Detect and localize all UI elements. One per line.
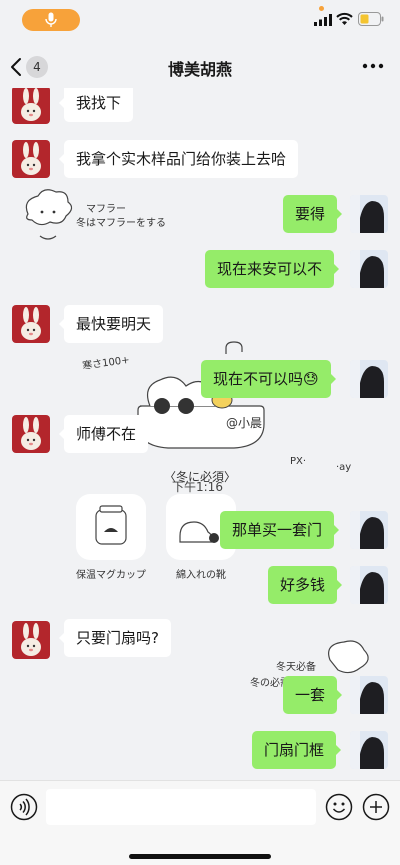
girl-avatar-icon	[350, 731, 388, 769]
girl-avatar-icon	[350, 250, 388, 288]
received-message[interactable]: 只要门扇吗?	[59, 619, 171, 657]
signal-icon	[314, 14, 332, 26]
chat-message-list[interactable]: マフラー 冬はマフラーをする 寒さ100+ @小晨 〈冬に必須〉 PX· ·ay…	[0, 88, 400, 780]
voice-icon[interactable]	[10, 793, 38, 821]
user-avatar[interactable]	[350, 360, 388, 398]
user-avatar[interactable]	[350, 250, 388, 288]
sent-message[interactable]: 现在不可以吗😓	[201, 360, 336, 398]
received-message[interactable]: 最快要明天	[58, 305, 164, 343]
sent-message[interactable]: 门扇门框	[252, 731, 342, 769]
wallpaper-label: マフラー	[86, 204, 126, 215]
girl-avatar-icon	[350, 566, 388, 604]
user-avatar[interactable]	[350, 511, 388, 549]
bunny-avatar-icon	[12, 140, 50, 178]
message-input[interactable]	[46, 789, 316, 825]
bunny-avatar-icon	[12, 88, 50, 124]
sent-message[interactable]: 要得	[283, 195, 343, 233]
girl-avatar-icon	[350, 360, 388, 398]
girl-avatar-icon	[350, 511, 388, 549]
unread-badge: 4	[26, 56, 48, 78]
wallpaper-label: 保温マグカップ	[76, 570, 146, 581]
emoji-icon[interactable]	[325, 793, 353, 821]
received-message[interactable]: 师傅不在	[58, 415, 149, 453]
user-avatar[interactable]	[350, 731, 388, 769]
wallpaper-label: PX·	[290, 456, 307, 467]
contact-avatar[interactable]	[12, 305, 50, 343]
wallpaper-label: 冬はマフラーをする	[76, 218, 166, 229]
wallpaper-label: 綿入れの靴	[176, 570, 226, 581]
microphone-indicator[interactable]	[22, 9, 80, 31]
received-message[interactable]: 我拿个实木样品门给你装上去哈	[58, 140, 299, 178]
privacy-dot-icon	[319, 6, 324, 11]
plus-icon[interactable]	[362, 793, 390, 821]
chat-header: 4 博美胡燕	[0, 44, 400, 88]
back-button[interactable]: 4	[10, 54, 60, 80]
user-avatar[interactable]	[350, 676, 388, 714]
girl-avatar-icon	[350, 676, 388, 714]
user-avatar[interactable]	[350, 566, 388, 604]
bunny-avatar-icon	[12, 621, 50, 659]
chat-title: 博美胡燕	[167, 60, 232, 79]
more-icon[interactable]	[360, 60, 386, 72]
battery-icon	[358, 12, 384, 26]
wallpaper-label: @小晨	[226, 416, 263, 430]
user-avatar[interactable]	[350, 195, 388, 233]
message-input-bar	[0, 780, 400, 865]
bunny-avatar-icon	[12, 415, 50, 453]
home-indicator[interactable]	[129, 854, 271, 859]
sent-message[interactable]: 那单买一套门	[220, 511, 340, 549]
message-timestamp: 下午1:16	[172, 480, 223, 494]
sent-message[interactable]: 一套	[283, 676, 343, 714]
contact-avatar[interactable]	[12, 88, 50, 124]
wallpaper-label: ·ay	[336, 462, 352, 473]
girl-avatar-icon	[350, 195, 388, 233]
microphone-icon	[45, 12, 57, 27]
bunny-avatar-icon	[12, 305, 50, 343]
sent-message[interactable]: 现在来安可以不	[205, 250, 340, 288]
sent-message[interactable]: 好多钱	[268, 566, 343, 604]
contact-avatar[interactable]	[12, 140, 50, 178]
contact-avatar[interactable]	[12, 415, 50, 453]
wallpaper-label: 冬天必备	[276, 662, 316, 673]
status-bar	[0, 0, 400, 44]
contact-avatar[interactable]	[12, 621, 50, 659]
chevron-left-icon	[11, 58, 21, 76]
received-message[interactable]: 我找下	[58, 88, 134, 122]
wifi-icon	[336, 12, 353, 25]
